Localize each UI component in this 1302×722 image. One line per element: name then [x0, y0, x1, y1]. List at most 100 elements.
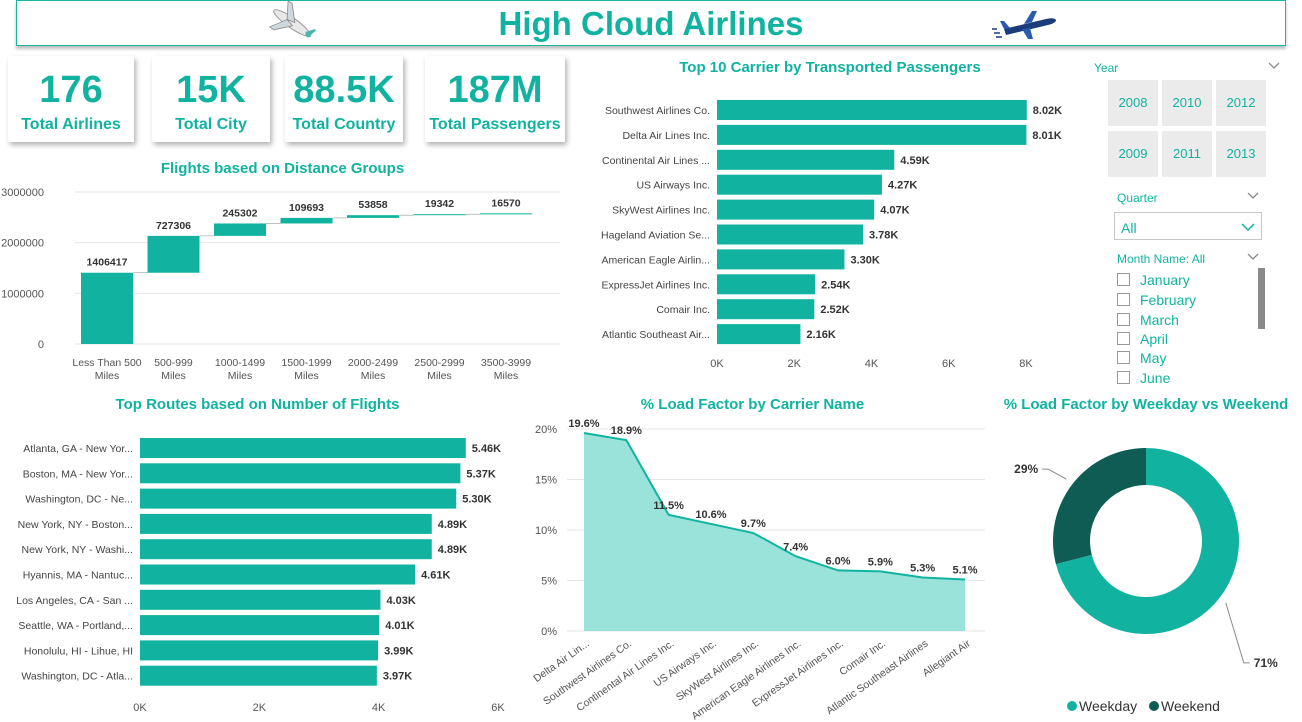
weekday-chart-title: % Load Factor by Weekday vs Weekend — [1003, 396, 1289, 413]
category-label: New York, NY - Washi... — [22, 544, 133, 556]
x-tick-label: 6K — [491, 702, 505, 714]
x-tick-label: Less Than 500 — [72, 357, 141, 369]
category-label: US Airways Inc. — [636, 180, 710, 192]
category-label: Honolulu, HI - Lihue, HI — [24, 645, 133, 657]
checkbox[interactable] — [1117, 332, 1130, 345]
x-tick-label: 2000-2499 — [348, 357, 398, 369]
bar — [140, 488, 457, 509]
quarter-slicer-label: Quarter — [1117, 191, 1158, 205]
x-tick-label: Miles — [161, 370, 186, 382]
airplane-icon-right — [992, 11, 1056, 39]
month-label: March — [1140, 312, 1179, 328]
year-button-2010[interactable]: 2010 — [1162, 80, 1212, 126]
x-tick-label: 8K — [1019, 358, 1033, 370]
kpi-label: Total Country — [292, 116, 396, 133]
data-label: 71% — [1254, 656, 1278, 670]
data-label: 5.9% — [868, 556, 893, 568]
kpi-total-airlines: 176 Total Airlines — [8, 56, 134, 142]
chevron-down-icon[interactable] — [1247, 191, 1259, 201]
year-button-2009[interactable]: 2009 — [1108, 131, 1158, 177]
bar — [147, 235, 200, 273]
data-label: 4.61K — [421, 570, 450, 582]
chevron-down-icon[interactable] — [1268, 61, 1280, 71]
quarter-selected-value: All — [1121, 220, 1137, 236]
month-option-june[interactable]: June — [1117, 369, 1170, 387]
loadfactor-area-chart: 0%5%10%15%20% 19.6%Delta Air Lin...18.9%S… — [531, 418, 985, 722]
year-button-2013[interactable]: 2013 — [1216, 131, 1266, 177]
x-tick-label: Miles — [294, 370, 319, 382]
donut-slice — [1053, 448, 1146, 565]
bar — [140, 564, 416, 585]
y-tick-label: 1000000 — [1, 288, 44, 300]
kpi-total-city: 15K Total City — [152, 56, 270, 142]
kpi-label: Total Passengers — [429, 116, 561, 133]
bar — [717, 174, 882, 195]
x-tick-label: 4K — [372, 702, 386, 714]
x-tick-label: Miles — [228, 370, 253, 382]
category-label: New York, NY - Boston... — [18, 519, 133, 531]
routes-chart-title: Top Routes based on Number of Flights — [115, 396, 400, 413]
kpi-value: 88.5K — [293, 69, 395, 111]
month-label: June — [1140, 370, 1171, 386]
bar — [140, 463, 461, 484]
bar — [717, 224, 864, 245]
x-tick-label: 0K — [133, 702, 147, 714]
category-label: Washington, DC - Ne... — [25, 494, 133, 506]
checkbox[interactable] — [1117, 371, 1130, 384]
data-label: 5.37K — [466, 468, 495, 480]
data-label: 8.02K — [1033, 105, 1062, 117]
checkbox[interactable] — [1117, 351, 1130, 364]
x-tick-label: 6K — [942, 358, 956, 370]
data-label: 7.4% — [783, 541, 808, 553]
month-option-may[interactable]: May — [1117, 349, 1166, 367]
x-tick-label: 2500-2999 — [414, 357, 464, 369]
y-tick-label: 0 — [38, 339, 44, 351]
x-tick-label: 0K — [710, 358, 724, 370]
year-button-2011[interactable]: 2011 — [1162, 131, 1212, 177]
bar — [717, 149, 895, 170]
bar — [140, 513, 432, 534]
year-button-2012[interactable]: 2012 — [1216, 80, 1266, 126]
leader-line — [1225, 602, 1250, 664]
data-label: 19342 — [425, 198, 454, 210]
x-tick-label: Miles — [427, 370, 452, 382]
month-option-january[interactable]: January — [1117, 271, 1190, 289]
data-label: 10.6% — [695, 509, 726, 521]
data-label: 3.30K — [850, 254, 879, 266]
data-label: 3.97K — [383, 671, 412, 683]
month-scrollbar[interactable] — [1258, 268, 1265, 329]
data-label: 4.59K — [900, 155, 929, 167]
leader-line — [1042, 468, 1067, 480]
year-button-2008[interactable]: 2008 — [1108, 80, 1158, 126]
month-label: January — [1140, 272, 1190, 288]
checkbox[interactable] — [1117, 273, 1130, 286]
x-tick-label: 2K — [253, 702, 267, 714]
checkbox[interactable] — [1117, 293, 1130, 306]
data-label: 19.6% — [568, 418, 599, 430]
bar — [280, 217, 333, 224]
data-label: 18.9% — [611, 425, 642, 437]
category-label: ExpressJet Airlines Inc. — [601, 279, 710, 291]
data-label: 2.16K — [806, 329, 835, 341]
dashboard-title: High Cloud Airlines — [498, 5, 804, 42]
bar — [717, 299, 815, 320]
data-label: 5.30K — [462, 494, 491, 506]
data-label: 4.01K — [385, 620, 414, 632]
distance-waterfall-chart: 0 1000000 2000000 3000000 1406417 Less Than 5… — [1, 187, 560, 382]
checkbox[interactable] — [1117, 313, 1130, 326]
x-tick-label: Miles — [95, 370, 120, 382]
x-tick-label: 2K — [788, 358, 802, 370]
data-label: 3.99K — [384, 645, 413, 657]
month-option-february[interactable]: February — [1117, 291, 1196, 309]
quarter-dropdown[interactable]: All — [1114, 212, 1262, 240]
data-label: 4.89K — [438, 519, 467, 531]
month-option-march[interactable]: March — [1117, 311, 1179, 329]
chevron-down-icon[interactable] — [1247, 252, 1259, 262]
category-label: SkyWest Airlines Inc. — [612, 205, 710, 217]
category-label: Boston, MA - New Yor... — [23, 468, 133, 480]
bar — [717, 100, 1027, 120]
month-option-april[interactable]: April — [1117, 330, 1168, 348]
data-label: 5.1% — [952, 564, 977, 576]
bar — [81, 272, 133, 344]
carrier-bar-chart: Southwest Airlines Co. 8.02K Delta Air Lin… — [601, 100, 1062, 370]
